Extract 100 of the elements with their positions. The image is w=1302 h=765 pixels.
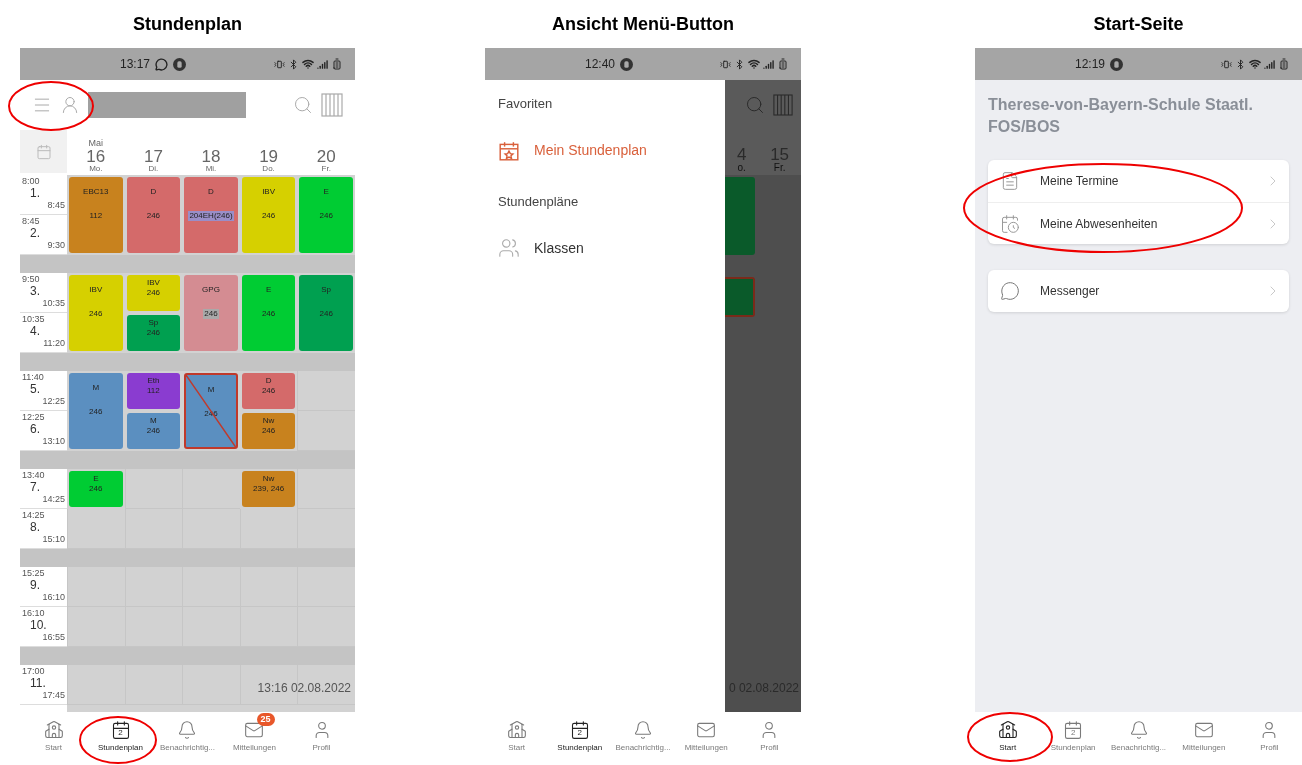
- lesson-block[interactable]: Nw 239, 246: [241, 471, 296, 507]
- timetable-cell[interactable]: [124, 469, 183, 509]
- tab-bar-item[interactable]: Mitteilungen: [684, 720, 728, 754]
- drawer-item[interactable]: Klassen: [498, 237, 725, 259]
- tab-bar-item[interactable]: Profil: [311, 720, 332, 754]
- timetable-cell[interactable]: [297, 371, 355, 411]
- lesson-block[interactable]: D 204EH(246): [184, 177, 238, 253]
- lesson-block[interactable]: Nw 246: [241, 413, 296, 449]
- battery-icon: [777, 58, 789, 70]
- tab-bar-item[interactable]: Mitteilungen: [1182, 720, 1226, 754]
- lesson-block[interactable]: D 246: [126, 177, 181, 253]
- calendar-icon: [1000, 213, 1020, 234]
- tab-bar-item[interactable]: 2 Stundenplan: [1050, 720, 1096, 754]
- month-label: Mai: [88, 139, 104, 148]
- bell-icon: [177, 720, 198, 740]
- vibrate-icon: [1221, 58, 1232, 70]
- calendar-icon[interactable]: [35, 143, 52, 160]
- bell-icon: [1128, 720, 1149, 740]
- lesson-block[interactable]: E 246: [69, 471, 123, 507]
- room-label: 246: [88, 309, 104, 319]
- tab-bar-item[interactable]: Profil: [1259, 720, 1280, 754]
- mail-icon: [1193, 720, 1214, 740]
- wifi-icon: [1249, 58, 1261, 70]
- status-time: 12:19: [1075, 56, 1106, 73]
- signal-icon: [1264, 58, 1275, 70]
- lesson-block[interactable]: GPG 246: [184, 275, 238, 351]
- room-label: 246: [318, 211, 334, 221]
- timetable-cell[interactable]: [67, 509, 125, 549]
- room-label: 112: [146, 386, 161, 396]
- calendar-icon: 2: [1063, 720, 1084, 740]
- timetable-cell[interactable]: [297, 607, 355, 647]
- lesson-block[interactable]: E 246: [241, 275, 296, 351]
- tab-bar-item[interactable]: Benachrichtig...: [159, 720, 216, 754]
- tab-bar-item[interactable]: Start: [997, 720, 1018, 754]
- lesson-block[interactable]: IBV 246: [241, 177, 296, 253]
- timetable-cell[interactable]: [297, 469, 355, 509]
- lesson-block[interactable]: IBV 246: [69, 275, 123, 351]
- wifi-icon: [748, 58, 760, 70]
- timetable-cell[interactable]: [297, 509, 355, 549]
- status-time: 13:17: [120, 56, 151, 73]
- subject-label: E: [93, 474, 99, 484]
- chat-icon: [1000, 281, 1020, 301]
- search-icon[interactable]: [293, 95, 313, 115]
- timetable-cell[interactable]: [67, 567, 125, 607]
- menu-row[interactable]: Meine Abwesenheiten: [988, 202, 1289, 244]
- bluetooth-icon: [734, 58, 745, 70]
- room-label: 204EH(246): [188, 211, 234, 221]
- room-label: 246: [260, 386, 277, 396]
- tab-bar-item[interactable]: Start: [43, 720, 64, 754]
- tab-bar-item[interactable]: Profil: [759, 720, 780, 754]
- user-icon[interactable]: [60, 95, 80, 115]
- period-time-cell: 13:40 7. 14:25: [20, 469, 67, 509]
- subject-label: Eth: [147, 376, 160, 386]
- room-label: 246: [145, 288, 162, 298]
- people-icon: [498, 237, 520, 259]
- room-label: 246: [260, 309, 277, 319]
- subject-label: IBV: [89, 285, 103, 295]
- columns-icon[interactable]: [321, 93, 343, 117]
- lesson-block[interactable]: D 246: [241, 373, 296, 409]
- school-icon: [506, 720, 527, 740]
- notification-icon: [1110, 57, 1124, 71]
- period-time-cell: 12:25 6. 13:10: [20, 411, 67, 451]
- timetable-cell[interactable]: [67, 607, 125, 647]
- subject-label: D: [265, 376, 272, 386]
- subject-label: Sp: [321, 285, 332, 295]
- lesson-block[interactable]: Eth 112: [126, 373, 181, 409]
- timetable-cell[interactable]: [297, 567, 355, 607]
- lesson-block[interactable]: IBV 246: [126, 275, 181, 311]
- tab-bar-item[interactable]: Start: [506, 720, 527, 754]
- columns-icon[interactable]: [773, 93, 793, 117]
- tab-bar-item[interactable]: 2 Stundenplan: [557, 720, 603, 754]
- weekday-label: Fr.: [773, 163, 786, 173]
- weekday-label: Mi.: [205, 165, 217, 173]
- period-time-cell: 8:00 1. 8:45: [20, 175, 67, 215]
- tab-bar-item[interactable]: Benachrichtig...: [615, 720, 671, 754]
- lesson-block[interactable]: Sp 246: [299, 275, 353, 351]
- timetable-cell[interactable]: [67, 665, 125, 705]
- drawer-item[interactable]: Mein Stundenplan: [498, 139, 725, 162]
- tab-bar-item[interactable]: Benachrichtig...: [1110, 720, 1167, 754]
- room-label: 246: [145, 328, 162, 338]
- lesson-block[interactable]: Sp 246: [126, 315, 181, 351]
- wifi-icon: [302, 58, 314, 70]
- calendar-icon: 2: [110, 720, 131, 740]
- lesson-block[interactable]: M 246: [126, 413, 181, 449]
- subject-label: M: [207, 385, 215, 395]
- period-time-cell: 10:35 4. 11:20: [20, 313, 67, 353]
- day-number: 17: [143, 148, 163, 165]
- room-label: 246: [203, 309, 219, 319]
- menu-row[interactable]: Meine Termine: [988, 160, 1289, 202]
- day-number: 19: [259, 148, 279, 165]
- battery-icon: [331, 58, 343, 70]
- lesson-block[interactable]: EBC13 112: [69, 177, 123, 253]
- menu-row[interactable]: Messenger: [988, 270, 1289, 312]
- room-label: 246: [145, 211, 162, 221]
- lesson-block[interactable]: E 246: [299, 177, 353, 253]
- status-time: 12:40: [585, 56, 616, 73]
- battery-icon: [1278, 58, 1290, 70]
- lesson-block[interactable]: M 246: [69, 373, 123, 449]
- timetable-cell[interactable]: [297, 411, 355, 451]
- bell-icon: [633, 720, 653, 740]
